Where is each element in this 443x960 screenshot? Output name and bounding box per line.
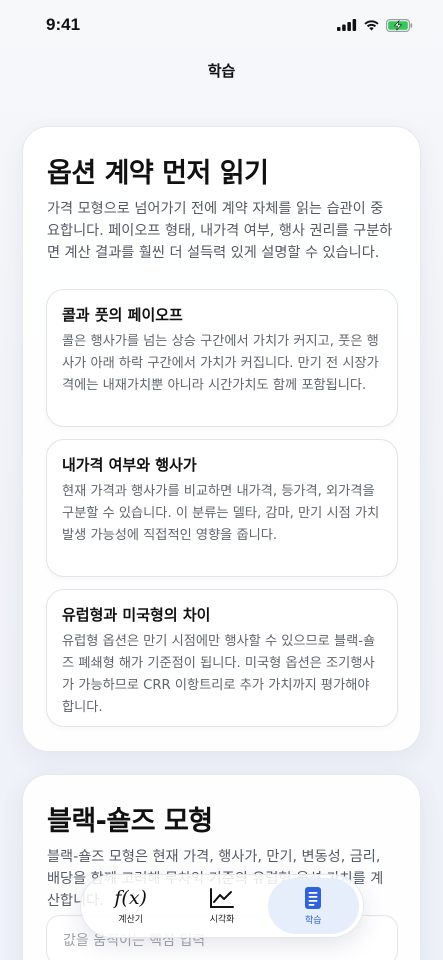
tab-label: 시각화 [209,915,235,925]
section-card-option-contract: 옵션 계약 먼저 읽기 가격 모형으로 넘어가기 전에 계약 자체를 읽는 습관… [22,126,421,752]
battery-charging-icon [386,18,413,32]
topic-card-european-american: 유럽형과 미국형의 차이 유럽형 옵션은 만기 시점에만 행사할 수 있으므로 … [46,589,398,727]
document-icon [305,887,322,909]
topic-title: 유럽형과 미국형의 차이 [62,606,211,624]
section-description: 가격 모형으로 넘어가기 전에 계약 자체를 읽는 습관이 중요합니다. 페이오… [47,201,393,261]
topic-body: 콜은 행사가를 넘는 상승 구간에서 가치가 커지고, 풋은 행사가 아래 하락… [62,334,379,393]
status-icons [337,18,413,32]
tab-calculator[interactable]: f(x) 계산기 [85,878,176,934]
function-icon: f(x) [114,887,147,909]
topic-card-payoff: 콜과 풋의 페이오프 콜은 행사가를 넘는 상승 구간에서 가치가 커지고, 풋… [46,289,398,427]
section-title: 옵션 계약 먼저 읽기 [47,158,269,189]
topic-body: 유럽형 옵션은 만기 시점에만 행사할 수 있으므로 블랙-숄즈 폐쇄형 해가 … [62,634,376,715]
chart-icon [209,888,234,908]
topic-title: 내가격 여부와 행사가 [62,456,197,474]
tab-label: 학습 [305,916,322,926]
section-title: 블랙-숄즈 모형 [47,806,213,837]
status-time: 9:41 [46,15,81,34]
page-title: 학습 [207,62,236,80]
topic-body: 현재 가격과 행사가를 비교하면 내가격, 등가격, 외가격을 구분할 수 있습… [62,484,380,543]
wifi-icon [364,20,379,31]
topic-card-moneyness: 내가격 여부와 행사가 현재 가격과 행사가를 비교하면 내가격, 등가격, 외… [46,439,398,577]
cellular-signal-icon [337,19,357,31]
topic-title: 콜과 풋의 페이오프 [62,306,183,324]
tab-label: 계산기 [118,915,144,925]
status-bar: 9:41 [0,0,443,50]
tab-bar: f(x) 계산기 시각화 학습 [80,874,364,938]
tab-learning[interactable]: 학습 [267,878,359,934]
tab-visualization[interactable]: 시각화 [176,878,267,934]
